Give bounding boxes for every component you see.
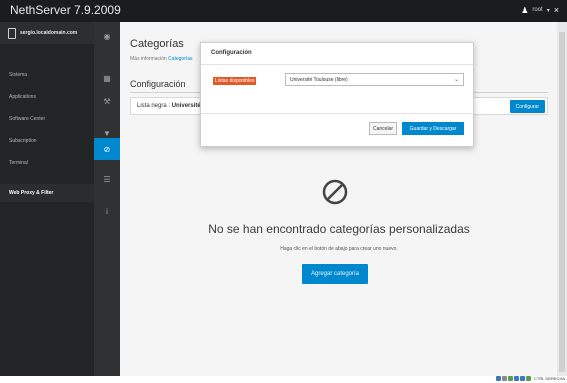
scrollbar-thumb[interactable] [559,32,565,372]
app-title: NethServer 7.9.2009 [10,3,121,17]
section-header: Configuración [130,79,186,89]
chevron-down-icon: ⌄ [453,77,459,83]
user-menu[interactable]: ♟ root ▾ × [521,5,559,15]
blacklist-label: Lista negra : Université [137,103,201,109]
wrench-icon[interactable]: ⚒ [94,90,120,112]
list-icon[interactable]: ☰ [94,168,120,190]
folder-icon [520,376,526,381]
modal-divider [201,64,473,65]
display-icon [514,376,520,381]
blacklist-label-text: Lista negra [137,103,167,109]
page-title: Categorías [130,38,184,50]
configuration-modal: Configuración Listas disponibles Univers… [200,42,474,147]
available-lists-label: Listas disponibles [213,77,257,85]
available-lists-select[interactable]: Université Toulouse (libre) ⌄ [285,73,464,86]
blacklist-value: Université [171,103,201,109]
prohibited-icon [322,179,348,205]
sidebar-item-software-center[interactable]: Software Center [0,110,94,128]
close-icon[interactable]: × [554,5,559,15]
save-download-button[interactable]: Guardar y Descargar [402,122,464,135]
host-key-label: CTRL DERECHA [534,376,565,381]
configure-button[interactable]: Configurar [509,100,545,113]
add-category-button[interactable]: Agregar categoría [302,264,368,284]
empty-state-help: Haga clic en el botón de abajo para crea… [280,246,398,252]
chevron-down-icon: ▾ [546,7,550,14]
subtitle-prefix: Más información [130,56,167,62]
sidebar-item-sistema[interactable]: Sistema [0,66,94,84]
select-value: Université Toulouse (libre) [290,76,348,83]
sidebar-item-web-proxy[interactable]: Web Proxy & Filter [0,184,94,202]
app-icon-bar: ◉ ▦ ⚒ ▼ ⊘ ☰ i [94,22,120,376]
usb-icon [508,376,514,381]
status-tray: CTRL DERECHA [496,376,565,381]
network-icon [496,376,502,381]
sidebar-item-subscription[interactable]: Subscription [0,132,94,150]
grid-icon[interactable]: ▦ [94,67,120,89]
sidebar-item-terminal[interactable]: Terminal [0,154,94,172]
shield-icon[interactable]: ◉ [94,25,120,47]
cancel-button[interactable]: Cancelar [369,122,397,135]
username: root [532,7,543,13]
empty-state-title: No se han encontrado categorías personal… [208,222,470,236]
host-selector[interactable]: sergio.localdomain.com [0,22,94,44]
scrollbar[interactable] [557,22,567,376]
disk-icon [502,376,508,381]
mouse-icon [526,376,532,381]
info-icon[interactable]: i [94,200,120,222]
vm-status-bar: CTRL DERECHA [0,376,567,383]
block-icon[interactable]: ⊘ [94,138,120,160]
subtitle-link[interactable]: Categorías [168,56,192,62]
user-icon: ♟ [521,5,529,15]
sidebar-item-applications[interactable]: Applications [0,88,94,106]
page-subtitle: Más información Categorías [130,56,193,62]
top-bar: NethServer 7.9.2009 ♟ root ▾ × [0,0,567,22]
modal-footer-divider [201,113,473,114]
modal-title: Configuración [211,50,252,56]
server-icon [8,27,16,39]
hostname: sergio.localdomain.com [20,30,78,36]
